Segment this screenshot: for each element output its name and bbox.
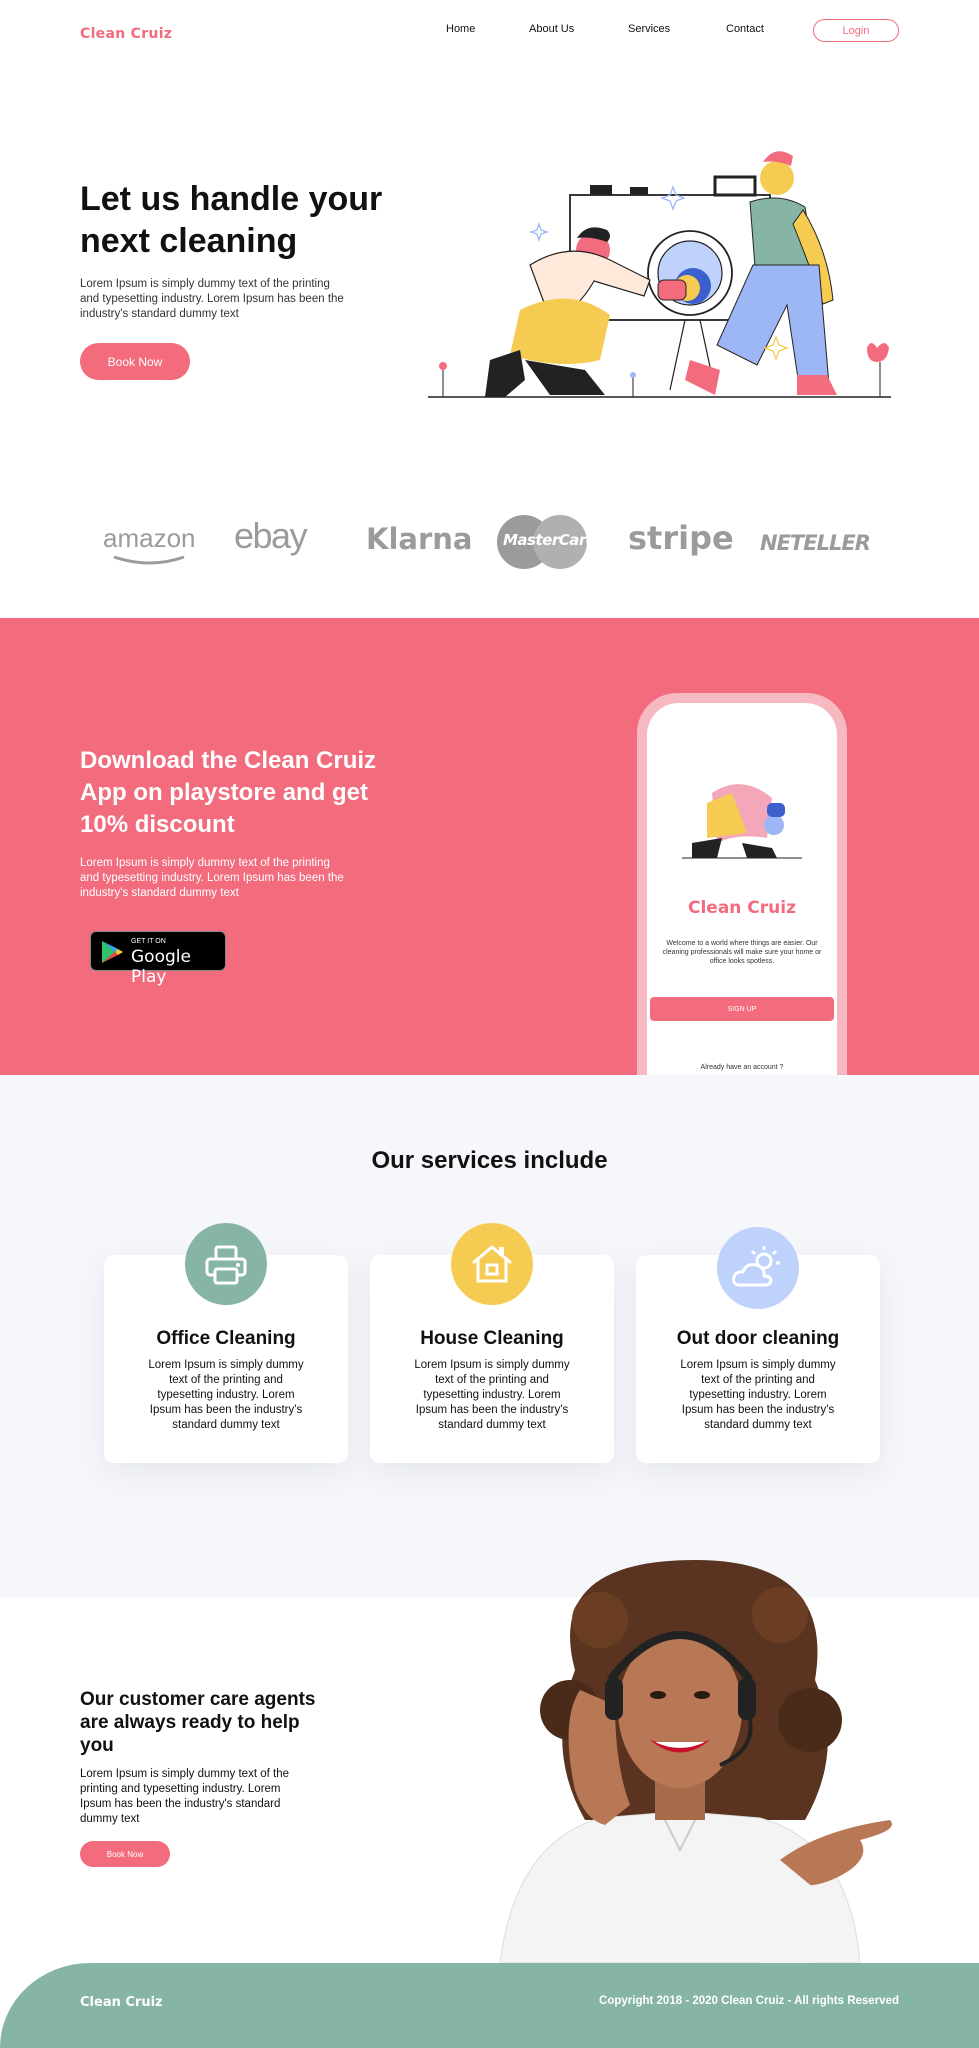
amazon-smile-icon xyxy=(113,555,185,565)
neteller-logo: NETELLER xyxy=(760,531,871,555)
google-play-button[interactable]: GET IT ON Google Play xyxy=(90,931,226,987)
printer-icon xyxy=(205,1245,247,1285)
download-text: Lorem Ipsum is simply dummy text of the … xyxy=(80,857,344,899)
service-text: Lorem Ipsum is simply dummy text of the … xyxy=(680,1359,836,1431)
hero-text: Lorem Ipsum is simply dummy text of the … xyxy=(80,278,344,320)
google-play-small-text: GET IT ON xyxy=(131,938,166,945)
house-icon xyxy=(472,1245,512,1283)
service-icon-circle xyxy=(451,1223,533,1305)
footer: Clean Cruiz Copyright 2018 - 2020 Clean … xyxy=(0,1963,979,2048)
care-title: Our customer care agents are always read… xyxy=(80,1689,316,1756)
footer-logo[interactable]: Clean Cruiz xyxy=(80,1995,163,2010)
phone-screen: Clean Cruiz Welcome to a world where thi… xyxy=(647,703,837,1075)
nav-services[interactable]: Services xyxy=(628,23,670,35)
amazon-logo: amazon xyxy=(103,523,196,553)
google-play-icon xyxy=(102,941,123,963)
customer-care-agent-photo xyxy=(499,1560,892,1963)
service-card-office[interactable]: Office Cleaning Lorem Ipsum is simply du… xyxy=(104,1223,348,1463)
cleaning-illustration xyxy=(428,151,891,398)
service-icon-circle xyxy=(717,1227,799,1309)
ebay-logo: ebay xyxy=(234,515,308,556)
logo[interactable]: Clean Cruiz xyxy=(80,26,172,42)
download-section: Download the Clean Cruiz App on playstor… xyxy=(0,618,979,1075)
sun-cloud-icon xyxy=(732,1246,780,1287)
nav-home[interactable]: Home xyxy=(446,23,475,35)
service-title: Office Cleaning xyxy=(156,1328,296,1349)
phone-brand: Clean Cruiz xyxy=(687,898,796,918)
hero-title: Let us handle your next cleaning xyxy=(80,180,383,260)
phone-description: Welcome to a world where things are easi… xyxy=(662,940,822,965)
google-play-label: Google Play xyxy=(131,947,191,987)
service-icon-circle xyxy=(185,1223,267,1305)
service-text: Lorem Ipsum is simply dummy text of the … xyxy=(148,1359,304,1431)
service-text: Lorem Ipsum is simply dummy text of the … xyxy=(414,1359,570,1431)
download-title: Download the Clean Cruiz App on playstor… xyxy=(80,747,377,838)
footer-copyright: Copyright 2018 - 2020 Clean Cruiz - All … xyxy=(599,1995,899,2007)
nav-contact[interactable]: Contact xyxy=(726,23,764,35)
services-title: Our services include xyxy=(371,1147,608,1174)
phone-signup-button[interactable]: SIGN UP xyxy=(650,997,834,1021)
stripe-logo: stripe xyxy=(628,519,734,557)
phone-mockup: Clean Cruiz Welcome to a world where thi… xyxy=(637,693,847,1075)
service-title: Out door cleaning xyxy=(676,1328,840,1349)
nav-about-us[interactable]: About Us xyxy=(529,23,574,35)
klarna-logo: Klarna xyxy=(366,522,473,556)
care-text: Lorem Ipsum is simply dummy text of the … xyxy=(80,1768,289,1825)
brand-logos: amazon ebay Klarna MasterCard stripe NET… xyxy=(0,505,979,585)
phone-cleaning-illustration xyxy=(682,784,802,859)
top-nav: Clean Cruiz Home About Us Services Conta… xyxy=(0,0,979,60)
phone-already-account[interactable]: Already have an account ? xyxy=(647,1064,837,1071)
mastercard-logo: MasterCard xyxy=(503,531,596,549)
care-book-now-button[interactable]: Book Now xyxy=(80,1841,170,1867)
service-title: House Cleaning xyxy=(420,1328,564,1349)
login-button[interactable]: Login xyxy=(813,19,899,42)
book-now-button[interactable]: Book Now xyxy=(80,343,190,380)
service-card-house[interactable]: House Cleaning Lorem Ipsum is simply dum… xyxy=(370,1223,614,1463)
services-section: Our services include Office Cleaning Lor… xyxy=(0,1075,979,1597)
service-card-outdoor[interactable]: Out door cleaning Lorem Ipsum is simply … xyxy=(636,1227,880,1463)
